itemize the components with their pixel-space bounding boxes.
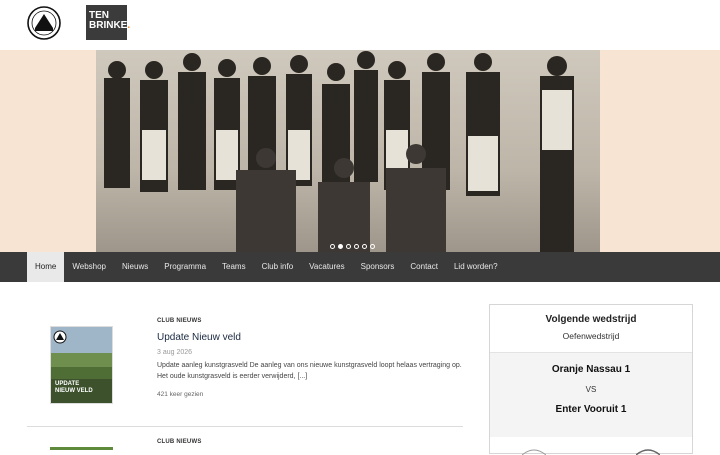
nav-sponsors[interactable]: Sponsors xyxy=(353,252,403,282)
hero-slider xyxy=(0,50,720,252)
news-title[interactable]: Update Nieuw veld xyxy=(157,332,465,343)
news-item: CLUB NIEUWS xyxy=(157,439,202,445)
news-thumbnail[interactable]: UPDATE NIEUW VELD xyxy=(50,326,113,404)
slider-dot[interactable] xyxy=(346,244,351,249)
away-team: Enter Vooruit 1 xyxy=(555,404,627,415)
next-match-title: Volgende wedstrijd xyxy=(545,314,637,325)
thumbnail-caption-line1: UPDATE xyxy=(55,381,80,387)
nav-club-info[interactable]: Club info xyxy=(254,252,302,282)
thumbnail-caption-line2: NIEUW VELD xyxy=(55,388,93,394)
versus-label: VS xyxy=(585,385,597,394)
team-photo-figures xyxy=(104,51,574,252)
slider-dot[interactable] xyxy=(354,244,359,249)
nav-home[interactable]: Home xyxy=(27,252,65,282)
news-views: 421 keer gezien xyxy=(157,391,204,398)
nav-vacatures[interactable]: Vacatures xyxy=(301,252,352,282)
slider-dot[interactable] xyxy=(362,244,367,249)
team-photo xyxy=(96,50,600,252)
next-match-widget: Volgende wedstrijd Oefenwedstrijd Oranje… xyxy=(489,304,693,455)
main-nav: Home Webshop Nieuws Programma Teams Club… xyxy=(0,252,720,282)
sponsor-logo-ten-brinke[interactable]: TEN BRINKE. xyxy=(86,5,131,40)
nav-programma[interactable]: Programma xyxy=(156,252,214,282)
news-excerpt: Update aanleg kunstgrasveld De aanleg va… xyxy=(157,362,462,380)
home-team: Oranje Nassau 1 xyxy=(551,364,631,375)
news-divider xyxy=(27,426,463,427)
nav-webshop[interactable]: Webshop xyxy=(64,252,114,282)
slider-dot[interactable] xyxy=(330,244,335,249)
nav-contact[interactable]: Contact xyxy=(402,252,446,282)
nav-lid-worden[interactable]: Lid worden? xyxy=(446,252,506,282)
away-team-logo xyxy=(636,449,660,455)
news-item: CLUB NIEUWS Update Nieuw veld 3 aug 2026… xyxy=(157,318,465,398)
nav-nieuws[interactable]: Nieuws xyxy=(114,252,156,282)
next-match-body: Oranje Nassau 1 VS Enter Vooruit 1 xyxy=(490,353,692,437)
sponsor-logo-line2: BRINKE xyxy=(89,20,128,31)
next-match-subtitle: Oefenwedstrijd xyxy=(562,331,620,341)
home-team-logo xyxy=(522,449,546,455)
sponsor-logo-dot: . xyxy=(127,20,131,31)
club-logo[interactable] xyxy=(27,6,61,40)
slider-pagination xyxy=(330,244,375,249)
nav-teams[interactable]: Teams xyxy=(214,252,254,282)
next-match-header: Volgende wedstrijd Oefenwedstrijd xyxy=(490,305,692,353)
slider-dot-active[interactable] xyxy=(338,244,343,249)
slider-dot[interactable] xyxy=(370,244,375,249)
news-date: 3 aug 2026 xyxy=(157,349,193,356)
news-category[interactable]: CLUB NIEUWS xyxy=(157,439,202,445)
news-category[interactable]: CLUB NIEUWS xyxy=(157,318,465,324)
